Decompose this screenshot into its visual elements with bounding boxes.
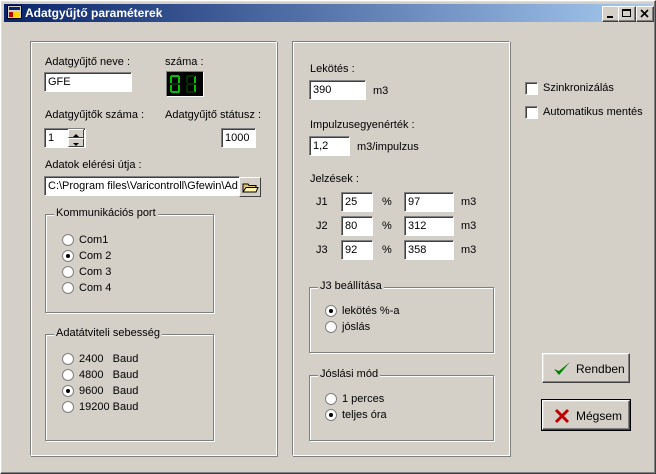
baud-group-title: Adatátviteli sebesség	[54, 327, 162, 339]
lekotes-input[interactable]: 390	[309, 80, 366, 100]
signals-label: Jelzések :	[310, 173, 359, 185]
spin-up-button[interactable]	[68, 129, 84, 138]
cancel-button[interactable]: Mégsem	[541, 399, 631, 431]
cancel-x-icon	[554, 408, 570, 424]
signal-j2-label: J2	[316, 220, 328, 232]
signal-j3-percent-input[interactable]: 92	[341, 240, 373, 260]
signal-j1-percent-symbol: %	[382, 196, 392, 208]
forecast-mode-group-title: Jóslási mód	[318, 368, 381, 380]
app-icon	[7, 5, 22, 19]
lekotes-label: Lekötés :	[310, 63, 355, 75]
count-spinner[interactable]	[68, 129, 84, 147]
radio-unchecked-icon	[325, 321, 337, 333]
browse-button[interactable]	[239, 177, 261, 197]
name-input[interactable]: GFE	[44, 72, 132, 92]
sync-label: Szinkronizálás	[543, 82, 614, 94]
radio-checked-icon	[62, 250, 74, 262]
signal-j3-unit: m3	[461, 244, 477, 256]
radio-unchecked-icon	[62, 369, 74, 381]
port-group: Kommunikációs port	[45, 207, 214, 313]
radio-unchecked-icon	[325, 393, 337, 405]
close-icon	[640, 9, 649, 18]
number-label: száma :	[165, 56, 204, 68]
window-title: Adatgyűjtő paraméterek	[25, 6, 163, 20]
path-input[interactable]: C:\Program files\Varicontroll\Gfewin\Ad	[44, 176, 240, 196]
close-button[interactable]	[636, 6, 654, 22]
led-digits-icon	[170, 75, 196, 93]
impulse-input[interactable]: 1,2	[309, 136, 350, 156]
ok-button-label: Rendben	[576, 362, 625, 376]
lekotes-unit: m3	[373, 85, 389, 97]
signal-j2-percent-symbol: %	[382, 220, 392, 232]
autosave-label: Automatikus mentés	[543, 106, 643, 118]
impulse-unit: m3/impulzus	[357, 141, 419, 153]
minimize-icon	[607, 16, 613, 18]
path-label: Adatok elérési útja :	[45, 159, 142, 171]
maximize-icon	[622, 9, 631, 17]
cancel-button-label: Mégsem	[576, 409, 623, 423]
forecast-mode-group: Jóslási mód	[309, 368, 494, 441]
radio-checked-icon	[62, 385, 74, 397]
radio-unchecked-icon	[62, 282, 74, 294]
radio-unchecked-icon	[62, 266, 74, 278]
radio-unchecked-icon	[62, 401, 74, 413]
signal-j1-amount-input[interactable]: 97	[404, 192, 454, 212]
port-group-title: Kommunikációs port	[54, 207, 158, 219]
checkmark-icon	[554, 362, 570, 375]
radio-unchecked-icon	[62, 234, 74, 246]
signal-j1-percent-input[interactable]: 25	[341, 192, 373, 212]
folder-open-icon	[242, 183, 259, 193]
checkbox-unchecked-icon	[525, 106, 538, 119]
signal-j2-unit: m3	[461, 220, 477, 232]
radio-checked-icon	[325, 409, 337, 421]
signal-j2-amount-input[interactable]: 312	[404, 216, 454, 236]
number-led-display	[166, 71, 204, 97]
signal-j3-amount-input[interactable]: 358	[404, 240, 454, 260]
radio-unchecked-icon	[62, 353, 74, 365]
status-label: Adatgyűjtő státusz :	[165, 109, 261, 121]
impulse-label: Impulzusegyenérték :	[310, 119, 415, 131]
dialog-window: Adatgyűjtő paraméterek Adatgyűjtő neve :…	[0, 0, 656, 474]
ok-button[interactable]: Rendben	[542, 353, 630, 383]
j3-setting-group: J3 beállítása	[309, 280, 494, 353]
count-label: Adatgyűjtők száma :	[45, 109, 145, 121]
signal-j1-unit: m3	[461, 196, 477, 208]
maximize-button[interactable]	[618, 6, 636, 22]
status-input[interactable]: 1000	[221, 128, 256, 148]
signal-j3-label: J3	[316, 244, 328, 256]
j3-setting-group-title: J3 beállítása	[318, 280, 384, 292]
title-bar[interactable]: Adatgyűjtő paraméterek	[4, 4, 654, 22]
signal-j2-percent-input[interactable]: 80	[341, 216, 373, 236]
signal-j1-label: J1	[316, 196, 328, 208]
signal-j3-percent-symbol: %	[382, 244, 392, 256]
name-label: Adatgyűjtő neve :	[45, 56, 131, 68]
spin-down-button[interactable]	[68, 138, 84, 147]
checkbox-unchecked-icon	[525, 82, 538, 95]
radio-checked-icon	[325, 305, 337, 317]
arrow-down-icon	[73, 143, 79, 146]
